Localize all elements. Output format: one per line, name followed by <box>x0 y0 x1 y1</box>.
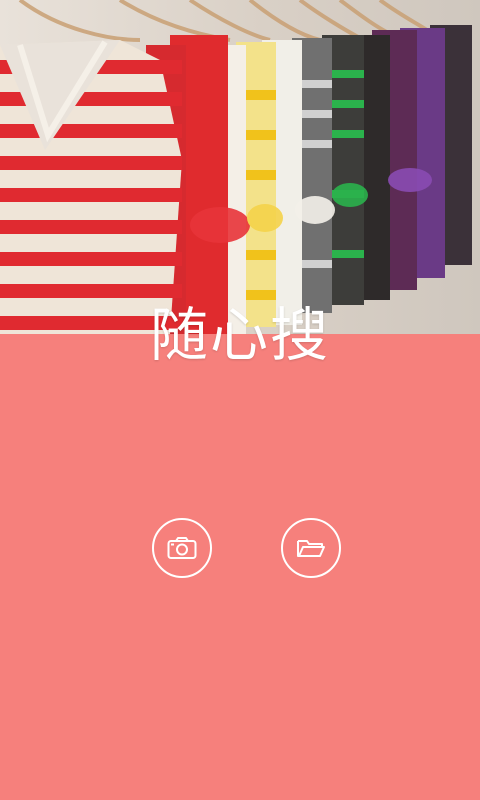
camera-icon <box>166 535 198 561</box>
folder-open-icon <box>295 536 327 560</box>
app-screen: 随心搜 <box>0 0 480 800</box>
hero-image <box>0 0 480 334</box>
app-title: 随心搜 <box>149 301 330 369</box>
gallery-button[interactable] <box>281 518 341 578</box>
clothes-rack-illustration <box>0 0 472 334</box>
camera-button[interactable] <box>152 518 212 578</box>
